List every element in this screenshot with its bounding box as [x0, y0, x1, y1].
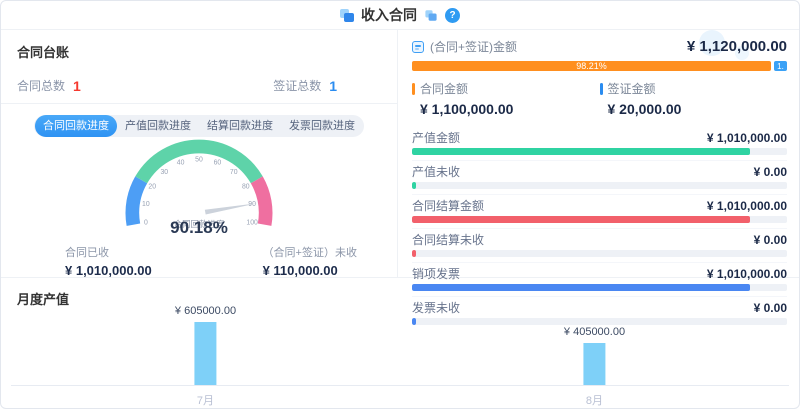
metric-value: ¥ 1,010,000.00	[707, 131, 787, 145]
gauge-tick: 20	[148, 183, 156, 190]
gauge-tick: 80	[242, 183, 250, 190]
tab-产值回款进度[interactable]: 产值回款进度	[117, 115, 199, 137]
gauge-chart: 0102030405060708090100合同回款进度	[114, 137, 284, 228]
metric-row: 合同结算未收 ¥ 0.00	[412, 229, 787, 263]
progress-tabs: 合同回款进度产值回款进度结算回款进度发票回款进度	[34, 115, 364, 137]
metric-label: 产值金额	[412, 129, 460, 146]
metric-bar-track	[412, 148, 787, 155]
gauge-value: 90.18%	[1, 218, 397, 238]
visa-count: 签证总数 1	[273, 77, 337, 94]
metric-row: 销项发票 ¥ 1,010,000.00	[412, 263, 787, 297]
metric-row: 发票未收 ¥ 0.00	[412, 297, 787, 330]
summary-row: (合同+签证)金额 ¥ 1,120,000.00	[412, 38, 787, 55]
summary-progress-bar: 98.21% 1.	[412, 61, 787, 71]
bar	[194, 322, 216, 385]
page-header: 收入合同 ?	[1, 1, 799, 29]
legend-item: 签证金额 ¥ 20,000.00	[600, 80, 788, 117]
summary-label-wrap: (合同+签证)金额	[412, 38, 517, 55]
gauge-tick: 50	[195, 156, 203, 163]
visa-count-label: 签证总数	[273, 77, 321, 94]
tab-发票回款进度[interactable]: 发票回款进度	[281, 115, 363, 137]
bar-group: ¥ 605000.007月	[175, 305, 236, 385]
gauge-stat-value: ¥ 110,000.00	[263, 263, 357, 278]
metric-value: ¥ 1,010,000.00	[707, 199, 787, 213]
metric-value: ¥ 0.00	[754, 233, 787, 247]
metric-bar-fill	[412, 284, 750, 291]
contract-count-label: 合同总数	[17, 77, 65, 94]
folder-icon	[340, 9, 354, 22]
bar-category-label: 7月	[197, 392, 214, 408]
metric-value: ¥ 0.00	[754, 165, 787, 179]
contract-count-value: 1	[73, 78, 81, 94]
gauge-tick: 60	[214, 160, 222, 167]
bar-group: ¥ 405000.008月	[564, 326, 625, 385]
gauge-stat-label: 合同已收	[65, 244, 152, 260]
gauge-tick: 10	[142, 201, 150, 208]
folder-icon	[425, 10, 436, 20]
summary-total: ¥ 1,120,000.00	[687, 38, 787, 55]
gauge-tick: 40	[177, 160, 185, 167]
metric-bar-track	[412, 182, 787, 189]
tab-结算回款进度[interactable]: 结算回款进度	[199, 115, 281, 137]
legend-item: 合同金额 ¥ 1,100,000.00	[412, 80, 600, 117]
metric-row: 合同结算金额 ¥ 1,010,000.00	[412, 195, 787, 229]
gauge-needle	[205, 203, 258, 214]
metric-bar-fill	[412, 182, 416, 189]
visa-amount-segment: 1.	[774, 61, 787, 71]
tab-合同回款进度[interactable]: 合同回款进度	[35, 115, 117, 137]
metric-label: 销项发票	[412, 265, 460, 282]
income-contract-dashboard: 收入合同 ? 合同台账 合同总数 1 签证总数 1 合同回款进度	[0, 0, 800, 409]
metric-label: 发票未收	[412, 299, 460, 316]
legend-value: ¥ 1,100,000.00	[420, 101, 600, 117]
metric-bar-track	[412, 216, 787, 223]
metric-row: 产值未收 ¥ 0.00	[412, 161, 787, 195]
metric-value: ¥ 1,010,000.00	[707, 267, 787, 281]
ledger-stats: 合同总数 1 签证总数 1	[17, 77, 337, 94]
gauge-tick: 30	[160, 169, 168, 176]
help-icon[interactable]: ?	[445, 8, 460, 23]
metric-bar-fill	[412, 216, 750, 223]
contract-count: 合同总数 1	[17, 77, 81, 94]
visa-count-value: 1	[329, 78, 337, 94]
summary-legend: 合同金额 ¥ 1,100,000.00 签证金额 ¥ 20,000.00	[412, 80, 787, 117]
main-area: 合同台账 合同总数 1 签证总数 1 合同回款进度产值回款进度结算回款进度发票回…	[1, 29, 799, 277]
gauge-tick: 70	[230, 169, 238, 176]
metric-label: 合同结算未收	[412, 231, 484, 248]
metric-bar-fill	[412, 250, 416, 257]
gauge-footer: 合同已收 ¥ 1,010,000.00 （合同+签证）未收 ¥ 110,000.00	[1, 238, 397, 278]
left-panel: 合同台账 合同总数 1 签证总数 1 合同回款进度产值回款进度结算回款进度发票回…	[1, 30, 398, 277]
legend-label: 签证金额	[608, 80, 656, 97]
legend-label: 合同金额	[420, 80, 468, 97]
bar-category-label: 8月	[586, 392, 603, 408]
gauge-stat: 合同已收 ¥ 1,010,000.00	[65, 244, 152, 278]
bar	[583, 343, 605, 385]
contract-amount-segment: 98.21%	[412, 61, 771, 71]
gauge-stat: （合同+签证）未收 ¥ 110,000.00	[263, 244, 357, 278]
metric-value: ¥ 0.00	[754, 301, 787, 315]
legend-marker	[412, 83, 415, 95]
document-icon	[412, 41, 424, 53]
gauge-stat-value: ¥ 1,010,000.00	[65, 263, 152, 278]
metric-bar-track	[412, 318, 787, 325]
summary-label: (合同+签证)金额	[430, 38, 517, 55]
metric-label: 产值未收	[412, 163, 460, 180]
ledger-title: 合同台账	[17, 42, 337, 61]
metric-bar-fill	[412, 148, 750, 155]
metric-bar-track	[412, 284, 787, 291]
legend-marker	[600, 83, 603, 95]
bar-value-label: ¥ 605000.00	[175, 305, 236, 317]
page-title: 收入合同	[361, 5, 417, 25]
metric-label: 合同结算金额	[412, 197, 484, 214]
metric-list: 产值金额 ¥ 1,010,000.00 产值未收 ¥ 0.00 合同结算金额 ¥ 1,01…	[412, 127, 787, 330]
gauge-section: 合同回款进度产值回款进度结算回款进度发票回款进度 010203040506070…	[1, 104, 397, 278]
ledger-section: 合同台账 合同总数 1 签证总数 1	[1, 30, 397, 104]
metric-row: 产值金额 ¥ 1,010,000.00	[412, 127, 787, 161]
right-panel: (合同+签证)金额 ¥ 1,120,000.00 98.21% 1. 合同金额 ¥…	[398, 30, 799, 277]
gauge-stat-label: （合同+签证）未收	[263, 244, 357, 260]
metric-bar-track	[412, 250, 787, 257]
metric-bar-fill	[412, 318, 416, 325]
legend-value: ¥ 20,000.00	[608, 101, 788, 117]
